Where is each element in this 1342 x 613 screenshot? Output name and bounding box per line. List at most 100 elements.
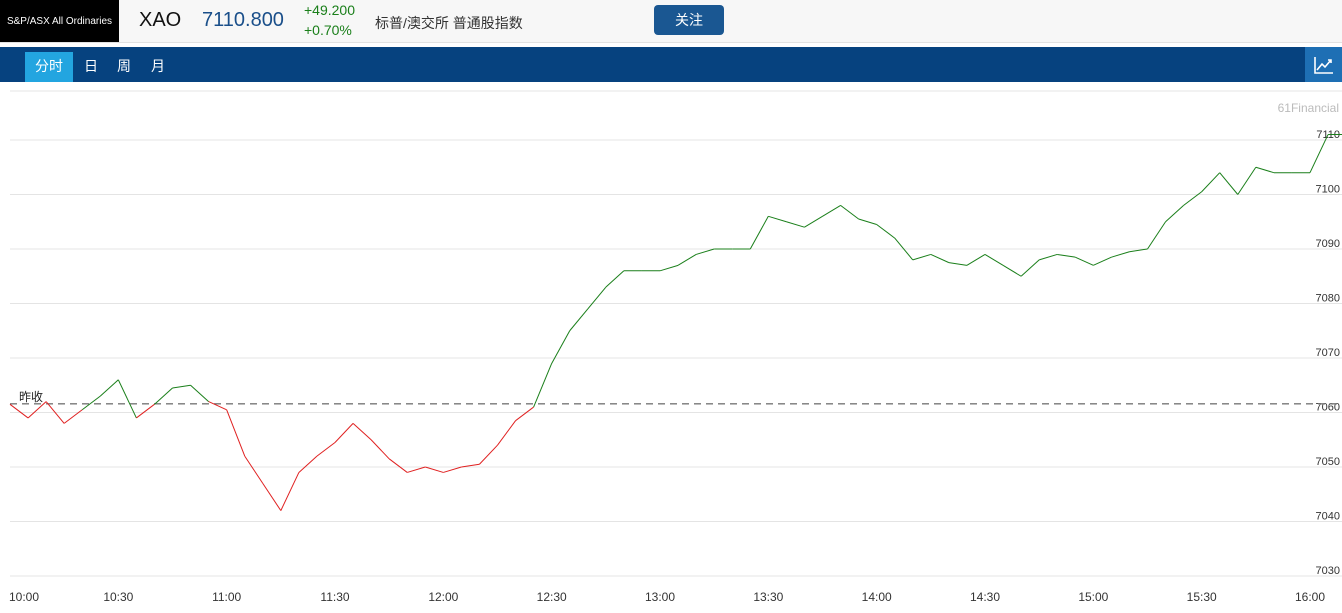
x-axis-labels: 10:00 10:30 11:00 11:30 12:00 12:30 13:00 13:30… (9, 590, 1325, 604)
price-segment (1075, 256, 1094, 266)
price-segment (1057, 253, 1076, 258)
price-segment (587, 286, 607, 310)
price-segment (786, 221, 805, 228)
price-segment (695, 248, 715, 255)
quote-header: S&P/ASX All Ordinaries XAO 7110.800 +49.… (0, 0, 1342, 43)
x-tick-label: 15:30 (1187, 590, 1217, 604)
x-tick-label: 13:30 (753, 590, 783, 604)
price-segment (1093, 256, 1112, 266)
price-segment (280, 472, 300, 511)
x-tick-label: 12:30 (537, 590, 567, 604)
tab-monthly[interactable]: 月 (144, 52, 172, 82)
y-axis-labels: 711071007090708070707060705070407030 (1316, 129, 1340, 577)
watermark: 61Financial (1278, 101, 1339, 115)
price-segment (569, 308, 589, 332)
price-segment (930, 253, 950, 264)
y-tick-label: 7100 (1316, 184, 1340, 196)
price-segment (551, 330, 571, 364)
price-segment (840, 205, 859, 220)
x-tick-label: 12:00 (428, 590, 458, 604)
price-segment (948, 262, 968, 266)
price-segment (966, 254, 986, 266)
grid-lines (10, 90, 1342, 577)
price-segment (1219, 172, 1239, 195)
y-tick-label: 7080 (1316, 293, 1340, 305)
price-segment (1039, 253, 1058, 261)
price-segment (497, 420, 516, 446)
x-tick-label: 10:30 (103, 590, 133, 604)
price-change: +49.200 (304, 2, 355, 18)
price-segment (244, 455, 264, 484)
price-segment (425, 466, 444, 473)
price-segment (334, 423, 354, 443)
price-segment (1165, 205, 1184, 223)
tab-weekly[interactable]: 周 (110, 52, 138, 82)
price-segment (226, 409, 246, 457)
price-segment (1111, 251, 1130, 258)
last-price: 7110.800 (202, 9, 284, 31)
tab-intraday[interactable]: 分时 (25, 52, 73, 82)
price-segment (1255, 166, 1275, 174)
price-line (9, 134, 1342, 511)
period-tab-bar: 分时 日 周 月 (0, 47, 1342, 82)
prev-close-label: 昨收 (19, 390, 43, 404)
price-segment (190, 384, 209, 402)
y-tick-label: 7030 (1316, 565, 1340, 577)
price-segment (677, 254, 697, 266)
price-segment (136, 403, 155, 419)
price-segment (822, 204, 841, 217)
price-segment (99, 379, 119, 397)
intraday-chart: 61Financial 7110710070907080707070607050… (9, 90, 1342, 604)
price-segment (443, 466, 462, 473)
y-tick-label: 7090 (1316, 238, 1340, 250)
price-segment (912, 253, 931, 261)
price-segment (479, 444, 498, 465)
price-segment (1237, 166, 1257, 195)
follow-button[interactable]: 关注 (654, 5, 724, 35)
price-segment (659, 264, 679, 272)
price-change-percent: +0.70% (304, 22, 352, 38)
price-segment (316, 442, 336, 457)
line-chart-icon[interactable] (1305, 47, 1342, 82)
price-segment (533, 363, 553, 408)
price-segment (1183, 191, 1202, 206)
price-segment (876, 224, 896, 239)
price-segment (154, 387, 173, 405)
price-segment (208, 401, 227, 411)
price-segment (749, 216, 769, 250)
price-segment (262, 483, 282, 511)
price-segment (984, 254, 1004, 266)
price-segment (515, 406, 534, 422)
price-segment (81, 395, 101, 411)
price-segment (352, 423, 372, 441)
x-tick-label: 14:30 (970, 590, 1000, 604)
x-tick-label: 15:00 (1078, 590, 1108, 604)
x-tick-label: 10:00 (9, 590, 39, 604)
x-tick-label: 13:00 (645, 590, 675, 604)
price-segment (388, 458, 408, 473)
price-segment (605, 270, 625, 288)
y-tick-label: 7040 (1316, 511, 1340, 523)
y-tick-label: 7050 (1316, 456, 1340, 468)
x-tick-label: 16:00 (1295, 590, 1325, 604)
price-segment (768, 215, 787, 223)
price-segment (63, 409, 83, 424)
ticker-symbol: XAO (139, 9, 182, 31)
price-segment (1147, 221, 1166, 250)
price-segment (1020, 259, 1040, 277)
x-tick-label: 11:00 (212, 590, 241, 604)
tab-daily[interactable]: 日 (78, 52, 104, 82)
index-name-badge: S&P/ASX All Ordinaries (0, 0, 119, 42)
price-segment (370, 439, 390, 460)
index-description: 标普/澳交所 普通股指数 (375, 15, 523, 31)
price-segment (1002, 264, 1022, 277)
price-segment (172, 384, 191, 389)
x-tick-label: 14:00 (862, 590, 892, 604)
price-segment (804, 215, 823, 228)
price-segment (858, 218, 877, 225)
price-segment (407, 466, 426, 473)
y-tick-label: 7070 (1316, 347, 1340, 359)
price-segment (298, 455, 318, 473)
x-tick-label: 11:30 (320, 590, 349, 604)
price-segment (9, 403, 29, 419)
